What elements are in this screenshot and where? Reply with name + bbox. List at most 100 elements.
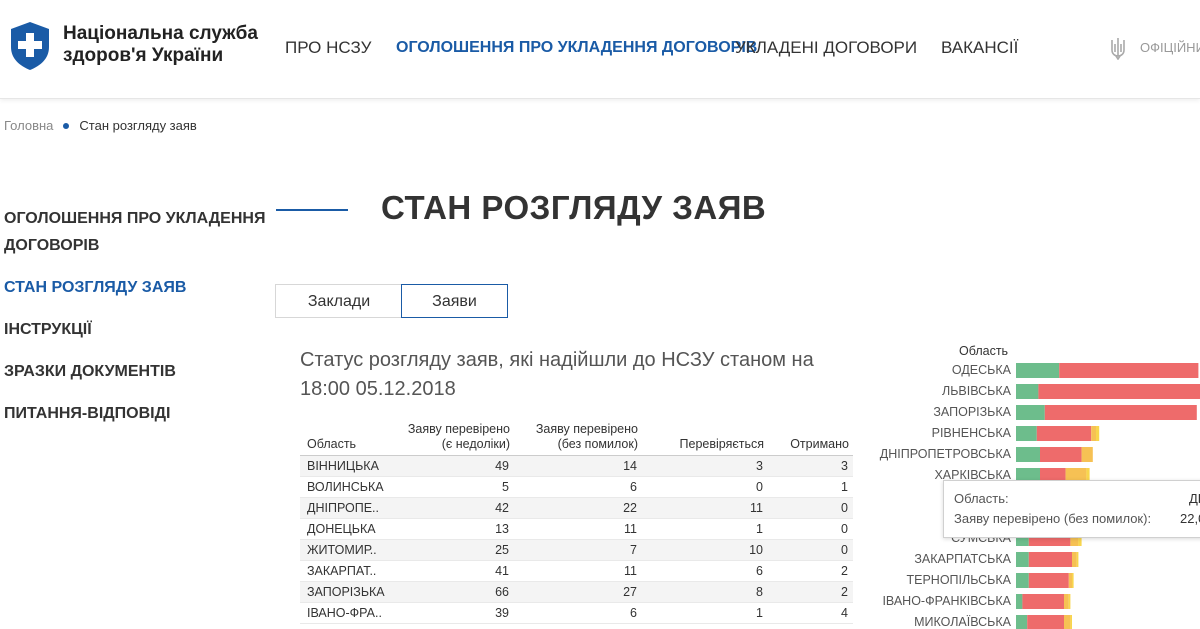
table-cell-value: 39 (391, 602, 514, 624)
sidebar-item-announcements[interactable]: ОГОЛОШЕННЯ ПРО УКЛАДЕННЯ ДОГОВОРІВ (4, 205, 266, 259)
table-cell-value: 27 (514, 581, 642, 603)
table-cell-region: ЗАПОРІЗЬКА (300, 581, 391, 603)
chart-bar-segment[interactable] (1027, 615, 1064, 629)
tooltip-label-checked-ok: Заяву перевірено (без помилок): (954, 511, 1152, 526)
table-cell-value: 3 (768, 455, 853, 477)
nav-item-announcements[interactable]: ОГОЛОШЕННЯ ПРО УКЛАДЕННЯ ДОГОВОРІВ (396, 39, 757, 57)
chart-bar-segment[interactable] (1016, 552, 1029, 567)
tab-facilities[interactable]: Заклади (275, 284, 402, 318)
chart-bar-segment[interactable] (1064, 615, 1071, 629)
chart-bar-segment[interactable] (1081, 447, 1093, 462)
table-cell-value: 6 (642, 560, 768, 582)
table-row[interactable]: ЗАПОРІЗЬКА 66 27 8 2 (300, 581, 853, 603)
table-cell-region: ВІННИЦЬКА (300, 455, 391, 477)
chart-bar-segment[interactable] (1016, 405, 1045, 420)
chart-category-label: ІВАНО-ФРАНКІВСЬКА (882, 594, 1011, 608)
chart-bar-segment[interactable] (1028, 573, 1069, 588)
chart-bar-segment[interactable] (1016, 426, 1037, 441)
chart-category-label: ОДЕСЬКА (952, 363, 1012, 377)
chart-bar-segment[interactable] (1038, 384, 1200, 399)
tab-applications[interactable]: Заяви (401, 284, 508, 318)
sidebar-item-application-status[interactable]: СТАН РОЗГЛЯДУ ЗАЯВ (4, 274, 266, 301)
table-cell-value: 0 (768, 539, 853, 561)
table-cell-value: 11 (514, 518, 642, 540)
chart-bar-segment[interactable] (1068, 594, 1071, 609)
table-row[interactable]: ВІННИЦЬКА 49 14 3 3 (300, 455, 853, 477)
chart-bar-segment[interactable] (1036, 426, 1092, 441)
chart-category-label: ЗАПОРІЗЬКА (933, 405, 1011, 419)
chart-bar-segment[interactable] (1016, 615, 1028, 629)
column-header-region[interactable]: Область (300, 420, 391, 456)
table-row[interactable]: ВОЛИНСЬКА 5 6 0 1 (300, 476, 853, 498)
table-cell-value: 1 (642, 602, 768, 624)
chart-bar-segment[interactable] (1016, 447, 1040, 462)
page-title: СТАН РОЗГЛЯДУ ЗАЯВ (381, 189, 767, 226)
sidebar-item-instructions[interactable]: ІНСТРУКЦІЇ (4, 316, 266, 343)
table-row[interactable]: ІВАНО-ФРА.. 39 6 1 4 (300, 602, 853, 624)
table-cell-value: 0 (768, 497, 853, 519)
table-cell-value: 6 (514, 476, 642, 498)
sidebar: ОГОЛОШЕННЯ ПРО УКЛАДЕННЯ ДОГОВОРІВ СТАН … (4, 205, 266, 442)
trident-icon (1111, 38, 1125, 60)
table-row[interactable]: ДНІПРОПЕ.. 42 22 11 0 (300, 497, 853, 519)
chart-bar-segment[interactable] (1044, 405, 1197, 420)
chart-bar-segment[interactable] (1028, 552, 1072, 567)
table-row[interactable]: ЗАКАРПАТ.. 41 11 6 2 (300, 560, 853, 582)
table-header-row: Область Заяву перевірено (є недоліки) За… (300, 420, 853, 456)
table-row[interactable]: ЖИТОМИР.. 25 7 10 0 (300, 539, 853, 561)
table-cell-region: ВОЛИНСЬКА (300, 476, 391, 498)
table-cell-value: 0 (642, 476, 768, 498)
table-row[interactable]: ДОНЕЦЬКА 13 11 1 0 (300, 518, 853, 540)
chart-bar-segment[interactable] (1016, 384, 1039, 399)
table-cell-value: 4 (768, 602, 853, 624)
column-header-in-review[interactable]: Перевіряється (642, 420, 768, 456)
chart-bar-segment[interactable] (1016, 594, 1023, 609)
table-cell-value: 10 (642, 539, 768, 561)
nav-item-about[interactable]: ПРО НСЗУ (285, 38, 371, 58)
column-header-received[interactable]: Отримано (768, 420, 853, 456)
table-cell-value: 13 (391, 518, 514, 540)
chart-category-label: ТЕРНОПІЛЬСЬКА (907, 573, 1012, 587)
chart-bar-segment[interactable] (1064, 594, 1069, 609)
chart-bar-segment[interactable] (1076, 552, 1079, 567)
table-cell-region: ІВАНО-ФРА.. (300, 602, 391, 624)
column-header-checked-ok[interactable]: Заяву перевірено (без помилок) (514, 420, 642, 456)
breadcrumb-home[interactable]: Головна (4, 118, 53, 133)
logo-line2: здоров'я України (63, 45, 224, 66)
table-cell-value: 8 (642, 581, 768, 603)
chart-bar-segment[interactable] (1096, 426, 1100, 441)
official-portal-link[interactable]: ОФІЦІЙНИЙ (1140, 40, 1200, 55)
chart-bar-segment[interactable] (1022, 594, 1064, 609)
sidebar-item-faq[interactable]: ПИТАННЯ-ВІДПОВІДІ (4, 400, 266, 427)
table-cell-value: 41 (391, 560, 514, 582)
chart-tooltip: Область: ДН Заяву перевірено (без помило… (943, 480, 1200, 538)
logo-text[interactable]: Національна служба здоров'я України (63, 23, 283, 67)
chart-bar-segment[interactable] (1091, 426, 1096, 441)
chart-bar-segment[interactable] (1072, 573, 1074, 588)
table-cell-value: 7 (514, 539, 642, 561)
chart-bar-segment[interactable] (1016, 363, 1060, 378)
chart-bar-segment[interactable] (1072, 552, 1077, 567)
chart-bar-segment[interactable] (1040, 447, 1082, 462)
table-cell-region: ДНІПРОПЕ.. (300, 497, 391, 519)
breadcrumb-separator-icon (63, 122, 70, 129)
table-cell-value: 2 (768, 581, 853, 603)
chart-category-label: ЗАКАРПАТСЬКА (914, 552, 1011, 566)
table-cell-value: 42 (391, 497, 514, 519)
chart-bar-segment[interactable] (1059, 363, 1199, 378)
column-header-checked-with-errors[interactable]: Заяву перевірено (є недоліки) (391, 420, 514, 456)
table-cell-region: ЗАКАРПАТ.. (300, 560, 391, 582)
nav-item-vacancies[interactable]: ВАКАНСІЇ (941, 38, 1018, 58)
table-cell-value: 0 (768, 518, 853, 540)
table-cell-value: 25 (391, 539, 514, 561)
table-cell-value: 49 (391, 455, 514, 477)
table-cell-region: ЖИТОМИР.. (300, 539, 391, 561)
nav-item-contracts[interactable]: УКЛАДЕНІ ДОГОВОРИ (735, 38, 917, 58)
chart-category-label: ЛЬВІВСЬКА (942, 384, 1012, 398)
table-cell-value: 14 (514, 455, 642, 477)
sidebar-item-document-samples[interactable]: ЗРАЗКИ ДОКУМЕНТІВ (4, 358, 266, 385)
nszu-logo-icon[interactable] (8, 20, 52, 72)
chart-bar-segment[interactable] (1070, 615, 1072, 629)
chart-bar-segment[interactable] (1016, 573, 1029, 588)
chart-bar-segment[interactable] (1068, 573, 1072, 588)
